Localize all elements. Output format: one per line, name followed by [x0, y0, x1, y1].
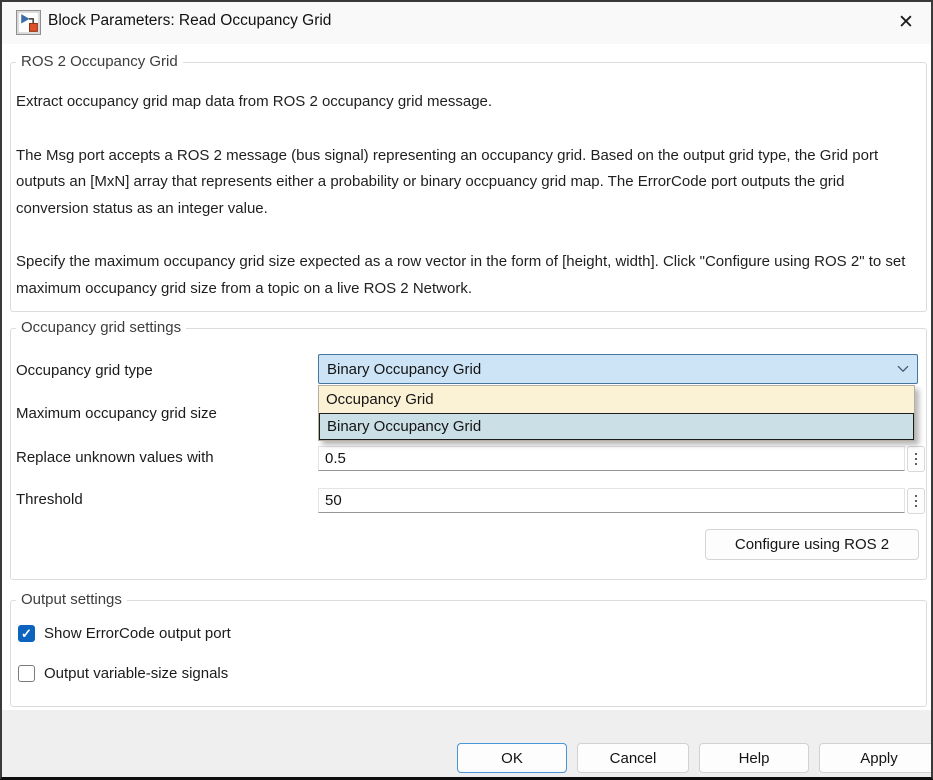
close-icon[interactable]: ✕	[891, 8, 921, 36]
apply-button[interactable]: Apply	[819, 743, 933, 773]
dialog-footer: OK Cancel Help Apply	[2, 710, 931, 779]
threshold-label: Threshold	[16, 491, 83, 508]
show-errorcode-checkbox[interactable]: ✓	[18, 625, 35, 642]
titlebar: Block Parameters: Read Occupancy Grid ✕	[2, 2, 931, 44]
help-button[interactable]: Help	[699, 743, 809, 773]
description-paragraph: The Msg port accepts a ROS 2 message (bu…	[16, 143, 914, 223]
checkmark-icon: ✓	[21, 627, 32, 640]
max-grid-size-label: Maximum occupancy grid size	[16, 405, 217, 422]
variable-size-row: ✓ Output variable-size signals	[18, 665, 228, 682]
show-errorcode-row: ✓ Show ErrorCode output port	[18, 625, 231, 642]
configure-using-ros2-button[interactable]: Configure using ROS 2	[705, 529, 919, 560]
output-settings-group: Output settings ✓ Show ErrorCode output …	[10, 600, 927, 707]
chevron-down-icon	[897, 365, 909, 373]
combobox-selected-value: Binary Occupancy Grid	[327, 361, 897, 378]
variable-size-checkbox[interactable]: ✓	[18, 665, 35, 682]
block-parameters-dialog: Block Parameters: Read Occupancy Grid ✕ …	[0, 0, 933, 780]
kebab-menu-icon[interactable]	[907, 446, 925, 472]
group-legend: Occupancy grid settings	[16, 319, 186, 336]
window-title: Block Parameters: Read Occupancy Grid	[48, 12, 331, 30]
occupancy-grid-type-combobox[interactable]: Binary Occupancy Grid	[318, 354, 918, 384]
ros2-occupancy-grid-group: ROS 2 Occupancy Grid Extract occupancy g…	[10, 62, 927, 312]
cancel-button[interactable]: Cancel	[577, 743, 689, 773]
description-paragraph: Extract occupancy grid map data from ROS…	[16, 89, 914, 116]
show-errorcode-label: Show ErrorCode output port	[44, 625, 231, 642]
occupancy-grid-type-dropdown: Occupancy Grid Binary Occupancy Grid	[318, 385, 915, 441]
threshold-input[interactable]	[318, 488, 905, 513]
dropdown-option-binary-occupancy-grid[interactable]: Binary Occupancy Grid	[319, 413, 914, 440]
occupancy-grid-type-label: Occupancy grid type	[16, 362, 153, 379]
kebab-menu-icon[interactable]	[907, 488, 925, 514]
replace-unknown-input[interactable]	[318, 446, 905, 471]
ok-button[interactable]: OK	[457, 743, 567, 773]
replace-unknown-label: Replace unknown values with	[16, 449, 214, 466]
occupancy-grid-settings-group: Occupancy grid settings Occupancy grid t…	[10, 328, 927, 580]
group-legend: ROS 2 Occupancy Grid	[16, 53, 183, 70]
dropdown-option-occupancy-grid[interactable]: Occupancy Grid	[319, 386, 914, 413]
group-legend: Output settings	[16, 591, 127, 608]
variable-size-label: Output variable-size signals	[44, 665, 228, 682]
description-paragraph: Specify the maximum occupancy grid size …	[16, 249, 914, 302]
simulink-block-icon	[16, 10, 41, 35]
